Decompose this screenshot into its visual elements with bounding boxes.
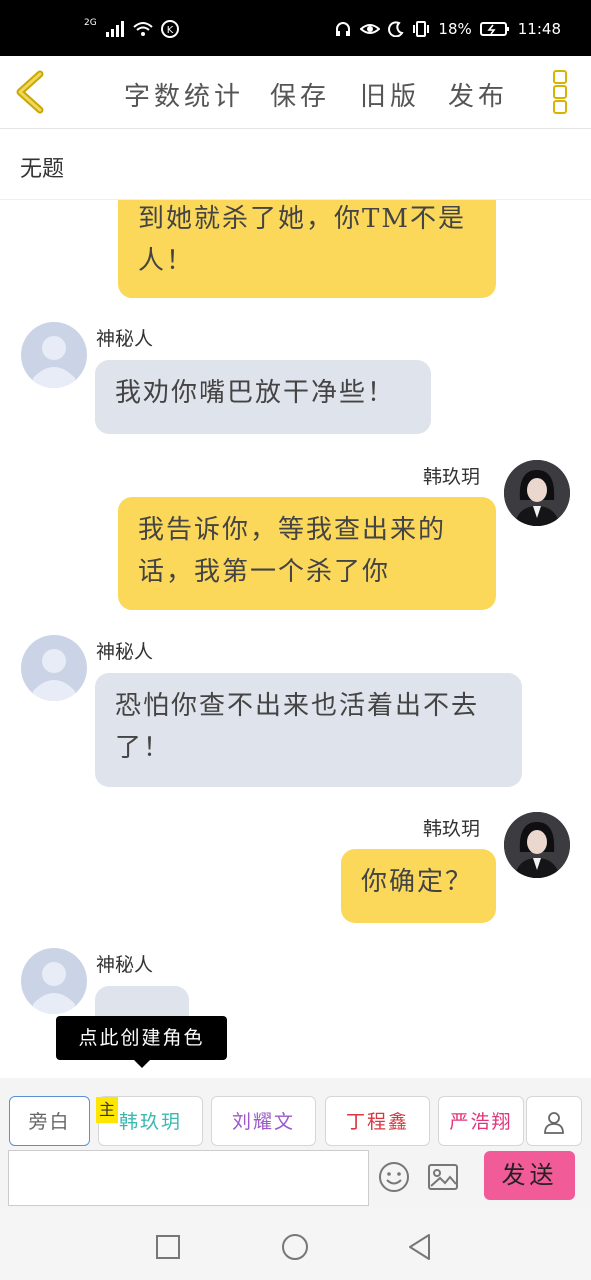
- more-dot-icon: [553, 100, 567, 114]
- chevron-left-icon: [16, 70, 44, 114]
- send-button[interactable]: 发送: [484, 1151, 575, 1200]
- smiley-icon: [379, 1162, 409, 1192]
- k-app-icon: K: [160, 20, 179, 38]
- old-version-button[interactable]: 旧版: [360, 76, 448, 113]
- avatar[interactable]: [21, 948, 87, 1014]
- default-user-icon: [33, 649, 75, 701]
- emoji-button[interactable]: [378, 1161, 410, 1197]
- message-bubble-me[interactable]: 我告诉你，等我查出来的话，我第一个杀了你: [118, 497, 496, 610]
- network-type: 2G: [84, 18, 97, 28]
- message-bubble-me[interactable]: 你确定？: [341, 849, 496, 923]
- title-row[interactable]: 无题: [0, 129, 591, 200]
- more-menu-button[interactable]: [553, 70, 571, 114]
- default-user-icon: [33, 336, 75, 388]
- user-photo-icon: [504, 460, 570, 526]
- publish-button[interactable]: 发布: [448, 76, 528, 113]
- image-icon: [428, 1164, 458, 1190]
- message-bubble-me[interactable]: 到她就杀了她，你TM不是人！: [118, 200, 496, 298]
- create-role-tooltip[interactable]: 点此创建角色: [56, 1016, 227, 1068]
- role-selector-bar: 旁白 韩玖玥 刘耀文 丁程鑫 严浩翔: [0, 1078, 591, 1148]
- avatar[interactable]: [504, 812, 570, 878]
- sender-name: 韩玖玥: [423, 818, 481, 840]
- main-role-badge: 主: [96, 1097, 118, 1123]
- more-dot-icon: [553, 70, 567, 84]
- role-narration[interactable]: 旁白: [9, 1096, 90, 1146]
- more-dot-icon: [553, 85, 567, 99]
- vibrate-icon: [413, 21, 430, 37]
- headset-icon: [336, 22, 351, 36]
- status-left: 2G K: [84, 18, 179, 38]
- input-row: 发送: [0, 1148, 591, 1208]
- status-right: 18% 11:48: [334, 20, 561, 38]
- chat-area[interactable]: 到她就杀了她，你TM不是人！ 神秘人 我劝你嘴巴放干净些！ 韩玖玥 我告诉你，等…: [0, 200, 591, 1076]
- default-user-icon: [33, 962, 75, 1014]
- avatar[interactable]: [21, 322, 87, 388]
- battery-percent: 18%: [438, 20, 472, 38]
- back-button[interactable]: [12, 70, 52, 114]
- save-button[interactable]: 保存: [270, 76, 360, 113]
- sender-name: 神秘人: [96, 954, 154, 976]
- role-manage-button[interactable]: [526, 1096, 582, 1146]
- avatar[interactable]: [21, 635, 87, 701]
- sender-name: 韩玖玥: [423, 466, 481, 488]
- user-photo-icon: [504, 812, 570, 878]
- person-icon: [544, 1112, 564, 1134]
- message-input[interactable]: [8, 1150, 369, 1206]
- signal-icon: [105, 21, 124, 37]
- clock: 11:48: [517, 20, 561, 38]
- avatar[interactable]: [504, 460, 570, 526]
- battery-icon: [479, 22, 509, 36]
- message-bubble-other[interactable]: 恐怕你查不出来也活着出不去了！: [95, 673, 522, 787]
- svg-text:K: K: [166, 25, 173, 36]
- home-icon[interactable]: [281, 1233, 309, 1261]
- image-button[interactable]: [427, 1163, 459, 1195]
- status-bar: 2G K 18% 11:48: [0, 0, 591, 56]
- top-toolbar: 字数统计 保存 旧版 发布: [0, 56, 591, 129]
- eye-icon: [360, 24, 381, 34]
- system-nav-bar: [0, 1208, 591, 1280]
- back-nav-icon[interactable]: [407, 1233, 433, 1261]
- role-ding-chengxin[interactable]: 丁程鑫: [325, 1096, 430, 1146]
- role-yan-haoxiang[interactable]: 严浩翔: [438, 1096, 524, 1146]
- moon-icon: [388, 21, 405, 37]
- sender-name: 神秘人: [96, 641, 154, 663]
- message-bubble-other[interactable]: 我劝你嘴巴放干净些！: [95, 360, 431, 434]
- word-count-button[interactable]: 字数统计: [124, 76, 270, 113]
- sender-name: 神秘人: [96, 328, 154, 350]
- recent-apps-icon[interactable]: [155, 1234, 181, 1260]
- story-title: 无题: [20, 157, 65, 182]
- wifi-icon: [133, 22, 153, 36]
- toolbar-menu: 字数统计 保存 旧版 发布: [124, 76, 528, 113]
- role-liu-yaowen[interactable]: 刘耀文: [211, 1096, 316, 1146]
